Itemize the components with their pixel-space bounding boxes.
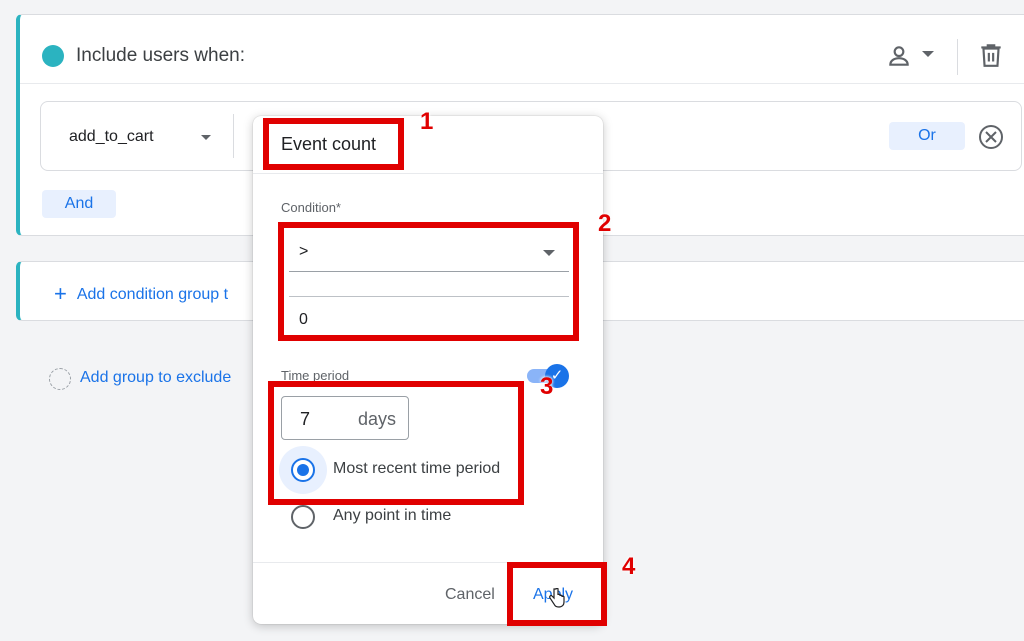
person-icon[interactable] <box>886 43 912 74</box>
add-condition-group-label: Add condition group t <box>76 286 229 303</box>
annotation-badge-1: 1 <box>420 108 434 135</box>
annotation-box-1 <box>263 118 404 170</box>
annotation-box-3 <box>268 381 524 505</box>
include-title: Include users when: <box>76 45 245 66</box>
popup-title-separator <box>253 173 603 174</box>
remove-condition-icon[interactable] <box>977 123 1005 156</box>
trash-icon[interactable] <box>978 41 1004 74</box>
radio-any-point-label: Any point in time <box>333 507 452 524</box>
event-row-divider <box>233 114 234 158</box>
condition-label: Condition* <box>281 200 341 215</box>
dashed-circle-icon[interactable] <box>49 368 71 390</box>
event-name-select[interactable]: add_to_cart <box>69 128 154 146</box>
annotation-badge-4: 4 <box>622 553 636 580</box>
annotation-badge-3: 3 <box>540 373 554 400</box>
annotation-badge-2: 2 <box>598 210 612 237</box>
add-group-to-exclude-button[interactable]: Add group to exclude <box>80 369 231 387</box>
cancel-button[interactable]: Cancel <box>445 586 495 604</box>
plus-icon: + <box>54 281 67 306</box>
add-condition-group-button[interactable]: + Add condition group t <box>54 281 228 307</box>
or-button[interactable]: Or <box>889 122 965 150</box>
group-indicator-dot <box>42 45 64 67</box>
annotation-box-2 <box>278 222 579 341</box>
scope-dropdown-caret-icon[interactable] <box>922 51 934 57</box>
event-count-popup: Event count Condition* > 0 Time period ✓… <box>253 116 603 624</box>
radio-unselected-icon <box>291 505 315 529</box>
header-divider <box>957 39 958 75</box>
event-dropdown-caret-icon[interactable] <box>201 135 211 140</box>
header-separator <box>20 83 1024 84</box>
annotation-box-4 <box>507 562 607 626</box>
and-button[interactable]: And <box>42 190 116 218</box>
